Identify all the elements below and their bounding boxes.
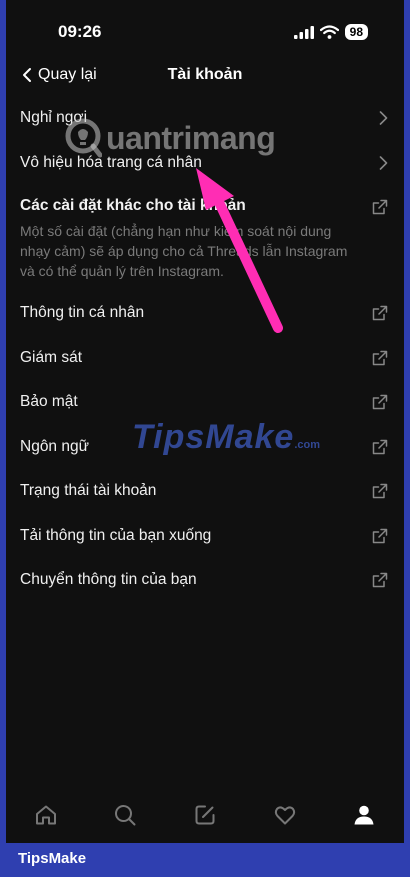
compose-icon	[195, 805, 215, 825]
tab-home[interactable]	[26, 795, 66, 835]
footer-brand: TipsMake	[18, 850, 87, 867]
tab-activity[interactable]	[265, 795, 305, 835]
tab-profile[interactable]	[344, 795, 384, 835]
heart-icon	[274, 806, 295, 825]
app-frame: 09:26 98 Quay lại Tài khoản Nghỉ ngơi Vô…	[6, 0, 404, 843]
home-icon	[35, 805, 56, 825]
annotation-arrow	[196, 168, 283, 333]
tab-bar	[6, 790, 404, 840]
tab-compose[interactable]	[185, 795, 225, 835]
search-icon	[115, 805, 136, 826]
tab-search[interactable]	[105, 795, 145, 835]
profile-icon	[354, 805, 374, 825]
